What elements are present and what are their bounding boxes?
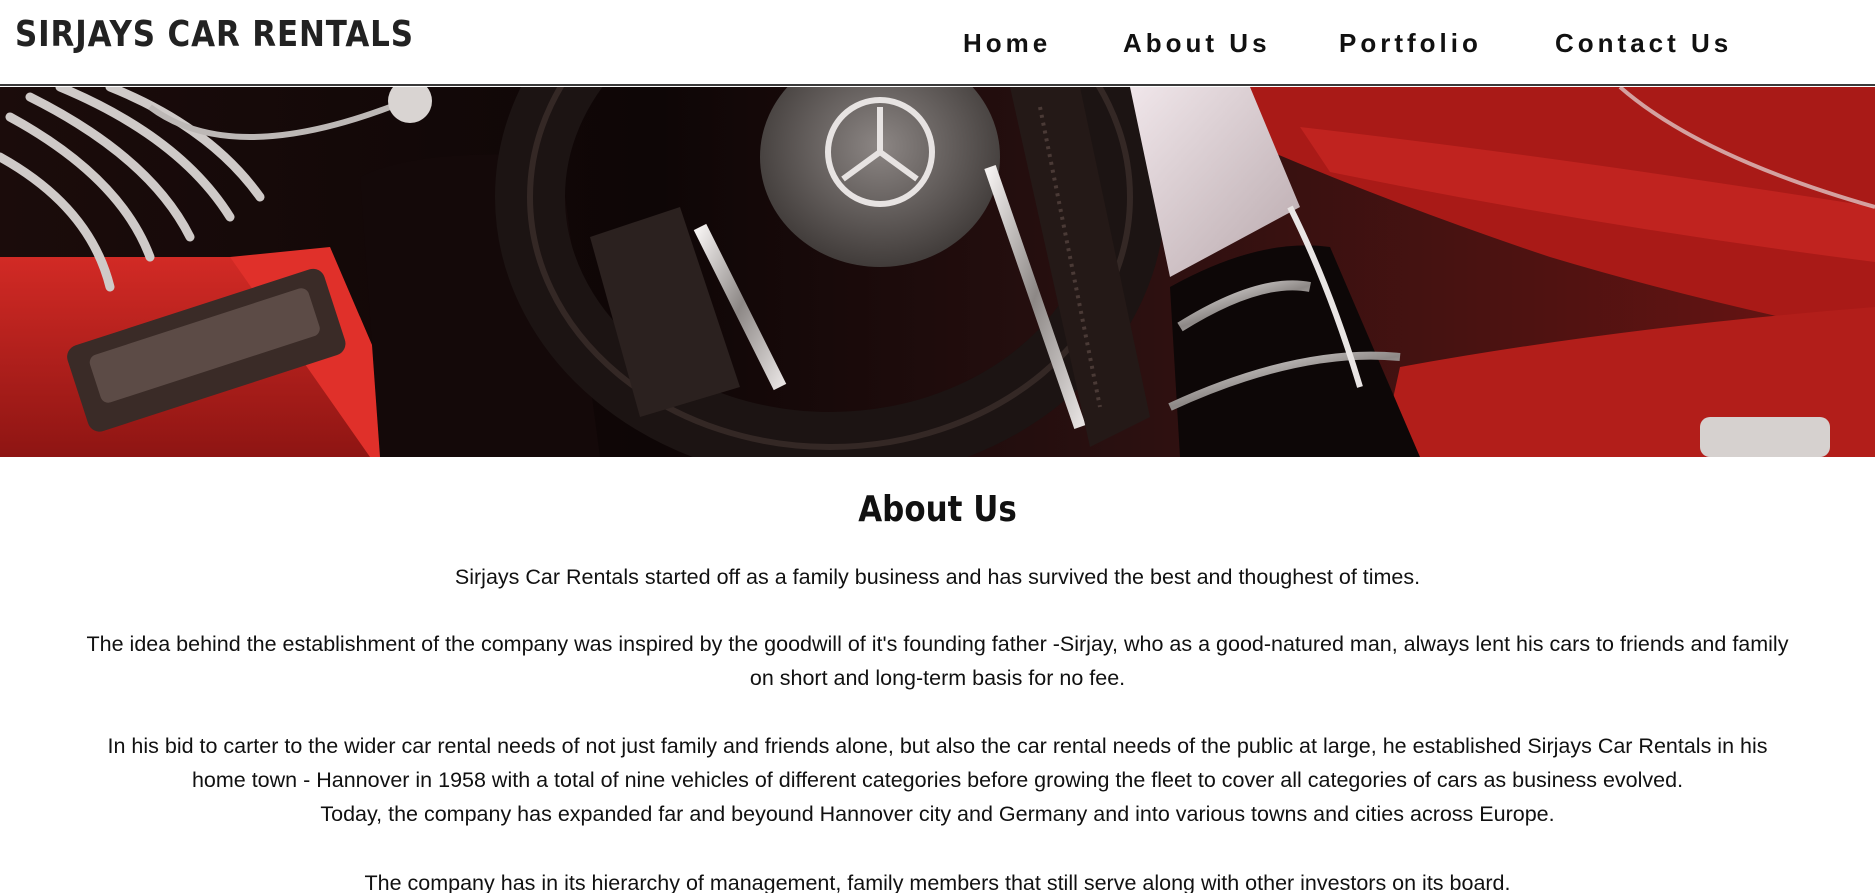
main-nav: Home About Us Portfolio Contact Us bbox=[0, 28, 1875, 62]
nav-contact-link[interactable]: Contact Us bbox=[1555, 28, 1732, 59]
nav-home-link[interactable]: Home bbox=[963, 28, 1051, 59]
about-heading: About Us bbox=[858, 489, 1017, 530]
about-paragraph: The company has in its hierarchy of mana… bbox=[364, 871, 1511, 893]
site-header: SIRJAYS CAR RENTALS Home About Us Portfo… bbox=[0, 0, 1875, 86]
hero-image bbox=[0, 87, 1875, 457]
about-paragraph: Today, the company has expanded far and … bbox=[320, 802, 1555, 826]
about-paragraph: Sirjays Car Rentals started off as a fam… bbox=[454, 565, 1421, 589]
nav-about-link[interactable]: About Us bbox=[1123, 28, 1271, 59]
car-interior-illustration bbox=[0, 87, 1875, 457]
nav-portfolio-link[interactable]: Portfolio bbox=[1339, 28, 1482, 59]
about-paragraph: The idea behind the establishment of the… bbox=[86, 632, 1789, 690]
about-paragraph: In his bid to carter to the wider car re… bbox=[107, 734, 1768, 792]
about-paragraph-group: In his bid to carter to the wider car re… bbox=[80, 729, 1795, 831]
